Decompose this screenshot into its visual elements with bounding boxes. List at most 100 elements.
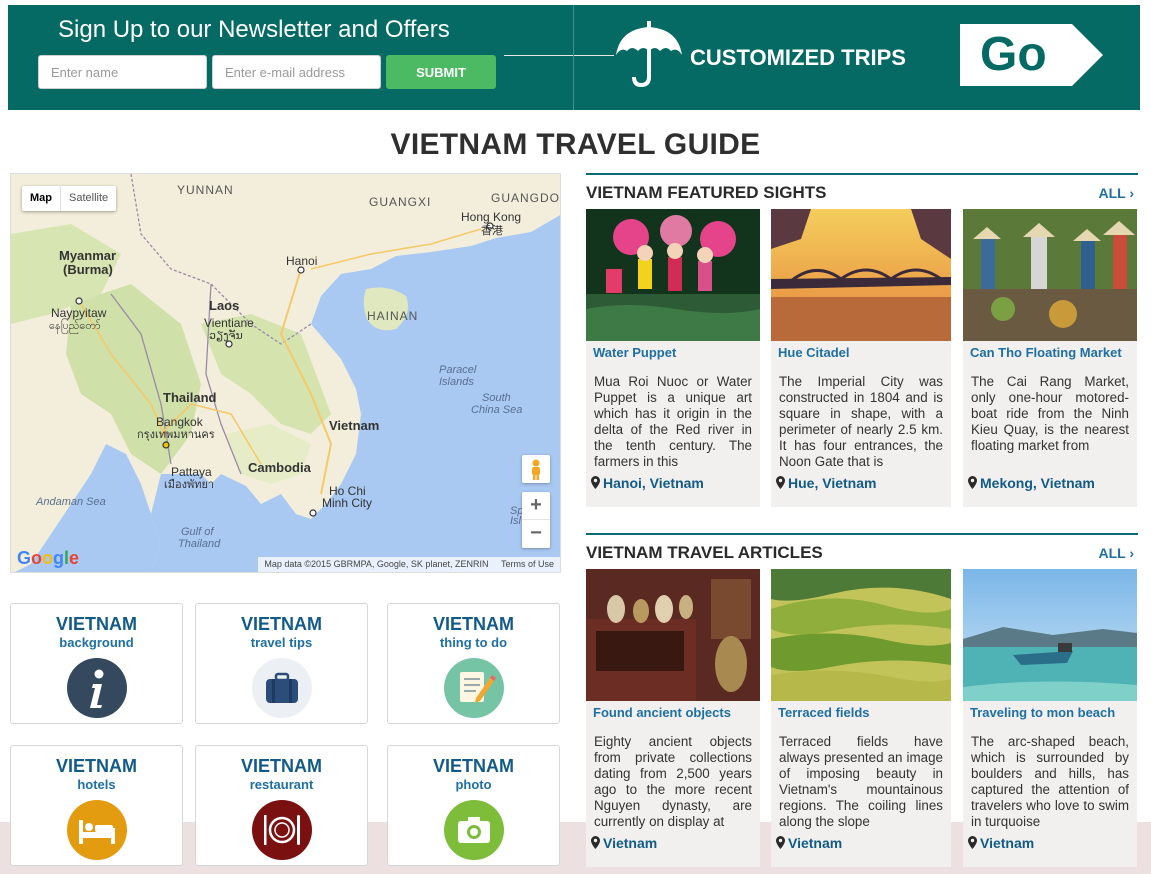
article-card-mon-beach[interactable]: Traveling to mon beach The arc-shaped be… bbox=[963, 569, 1137, 867]
name-input[interactable] bbox=[38, 55, 207, 89]
banner-divider bbox=[573, 5, 574, 110]
card-location: Hue, Vietnam bbox=[771, 471, 951, 491]
suitcase-icon bbox=[252, 658, 312, 718]
location-link[interactable]: Hue, Vietnam bbox=[788, 475, 876, 491]
card-title[interactable]: Hue Citadel bbox=[771, 341, 951, 370]
category-restaurant-tile[interactable]: VIETNAM restaurant bbox=[195, 745, 368, 866]
terms-of-use-link[interactable]: Terms of Use bbox=[501, 559, 554, 569]
chevron-right-icon: › bbox=[1129, 545, 1134, 561]
section-header: VIETNAM FEATURED SIGHTS ALL › bbox=[586, 175, 1138, 211]
map-label-hanoi: Hanoi bbox=[286, 254, 318, 268]
map-label-guangxi: GUANGXI bbox=[369, 195, 432, 209]
location-link[interactable]: Vietnam bbox=[603, 835, 657, 851]
category-title: VIETNAM bbox=[56, 614, 137, 634]
map-label-vientiane-local: ວຽງຈັນ bbox=[209, 330, 243, 342]
go-label: Go bbox=[980, 28, 1047, 81]
map-label-thailand: Thailand bbox=[163, 390, 217, 405]
category-title: VIETNAM bbox=[433, 756, 514, 776]
water-puppet-photo[interactable] bbox=[586, 209, 760, 341]
card-description: Eighty ancient objects from private coll… bbox=[594, 734, 752, 829]
map-label-bangkok-local: กรุงเทพมหานคร bbox=[137, 429, 215, 441]
map-label-pattaya-local: เมืองพัทยา bbox=[164, 479, 215, 491]
sight-card-can-tho[interactable]: Can Tho Floating Market The Cai Rang Mar… bbox=[963, 209, 1137, 507]
map-type-map-button[interactable]: Map bbox=[22, 186, 61, 211]
category-travel-tips-tile[interactable]: VIETNAM travel tips bbox=[195, 603, 368, 724]
zoom-out-button[interactable]: − bbox=[522, 520, 550, 548]
zoom-in-button[interactable]: + bbox=[522, 492, 550, 520]
camera-icon bbox=[444, 800, 504, 860]
article-card-ancient-objects[interactable]: Found ancient objects Eighty ancient obj… bbox=[586, 569, 760, 867]
category-background-tile[interactable]: VIETNAM background bbox=[10, 603, 183, 724]
featured-sights-section: VIETNAM FEATURED SIGHTS ALL › Water Pupp… bbox=[586, 173, 1138, 509]
hue-citadel-photo[interactable] bbox=[771, 209, 951, 341]
map-pin-icon bbox=[968, 836, 977, 849]
banner-connector-line bbox=[504, 55, 614, 56]
sight-card-water-puppet[interactable]: Water Puppet Mua Roi Nuoc or Water Puppe… bbox=[586, 209, 760, 507]
card-location: Vietnam bbox=[586, 831, 760, 851]
map-label-hong-kong: Hong Kong bbox=[461, 210, 522, 224]
category-subtitle: background bbox=[59, 635, 134, 650]
all-label: ALL bbox=[1098, 185, 1126, 201]
google-logo[interactable]: Google bbox=[17, 548, 79, 569]
category-title: VIETNAM bbox=[241, 614, 322, 634]
category-title: VIETNAM bbox=[56, 756, 137, 776]
category-subtitle: photo bbox=[455, 777, 492, 792]
card-title[interactable]: Traveling to mon beach bbox=[963, 701, 1137, 730]
go-button[interactable]: Go bbox=[960, 24, 1105, 86]
location-link[interactable]: Hanoi, Vietnam bbox=[603, 475, 704, 491]
map-type-satellite-button[interactable]: Satellite bbox=[61, 186, 116, 211]
map-label-bangkok: Bangkok bbox=[156, 415, 203, 429]
category-subtitle: hotels bbox=[77, 777, 116, 792]
terraced-fields-photo[interactable] bbox=[771, 569, 951, 701]
map-label-burma: (Burma) bbox=[63, 262, 113, 277]
sight-card-hue-citadel[interactable]: Hue Citadel The Imperial City was constr… bbox=[771, 209, 951, 507]
card-title[interactable]: Can Tho Floating Market bbox=[963, 341, 1137, 370]
vietnam-map[interactable]: YUNNAN GUANGXI GUANGDONG Hong Kong 香港 My… bbox=[10, 173, 561, 573]
ancient-objects-photo[interactable] bbox=[586, 569, 760, 701]
map-pin-icon bbox=[968, 476, 977, 489]
card-description: The Imperial City was constructed in 180… bbox=[779, 374, 943, 469]
category-thing-to-do-tile[interactable]: VIETNAM thing to do bbox=[387, 603, 560, 724]
travel-articles-section: VIETNAM TRAVEL ARTICLES ALL › Found anci… bbox=[586, 533, 1138, 869]
card-description: Mua Roi Nuoc or Water Puppet is a unique… bbox=[594, 374, 752, 469]
newsletter-title: Sign Up to our Newsletter and Offers bbox=[58, 16, 450, 43]
card-description: The Cai Rang Market, only one-hour motor… bbox=[971, 374, 1129, 453]
map-label-laos: Laos bbox=[209, 298, 240, 313]
email-input[interactable] bbox=[212, 55, 381, 89]
can-tho-photo[interactable] bbox=[963, 209, 1137, 341]
featured-sights-all-link[interactable]: ALL › bbox=[1098, 185, 1134, 201]
map-label-pattaya: Pattaya bbox=[171, 465, 212, 479]
map-label-minh-city: Minh City bbox=[322, 496, 373, 510]
location-link[interactable]: Vietnam bbox=[980, 835, 1034, 851]
category-title: VIETNAM bbox=[433, 614, 514, 634]
card-title[interactable]: Found ancient objects bbox=[586, 701, 760, 730]
category-photo-tile[interactable]: VIETNAM photo bbox=[387, 745, 560, 866]
featured-sights-heading: VIETNAM FEATURED SIGHTS bbox=[586, 183, 827, 202]
category-hotels-tile[interactable]: VIETNAM hotels bbox=[10, 745, 183, 866]
article-card-terraced-fields[interactable]: Terraced fields Terraced fields have alw… bbox=[771, 569, 951, 867]
submit-button[interactable]: SUBMIT bbox=[386, 55, 496, 89]
card-location: Mekong, Vietnam bbox=[963, 471, 1137, 491]
map-pin-icon bbox=[776, 836, 785, 849]
chevron-right-icon: › bbox=[1129, 185, 1134, 201]
category-subtitle: thing to do bbox=[439, 635, 508, 650]
map-pin-icon bbox=[591, 836, 600, 849]
location-link[interactable]: Vietnam bbox=[788, 835, 842, 851]
card-description: Terraced fields have always presented an… bbox=[779, 734, 943, 829]
map-label-spratly-2: Isl bbox=[510, 515, 521, 527]
map-label-yunnan: YUNNAN bbox=[177, 183, 234, 197]
map-label-islands: Islands bbox=[439, 376, 474, 388]
mon-beach-photo[interactable] bbox=[963, 569, 1137, 701]
card-title[interactable]: Terraced fields bbox=[771, 701, 951, 730]
location-link[interactable]: Mekong, Vietnam bbox=[980, 475, 1095, 491]
map-attribution: Map data ©2015 GBRMPA, Google, SK planet… bbox=[258, 557, 560, 572]
map-label-hong-kong-local: 香港 bbox=[481, 225, 503, 237]
map-terrain bbox=[11, 174, 560, 572]
card-title[interactable]: Water Puppet bbox=[586, 341, 760, 370]
pegman-icon[interactable] bbox=[522, 455, 550, 483]
map-label-gulf-thailand: Thailand bbox=[178, 538, 221, 550]
travel-articles-all-link[interactable]: ALL › bbox=[1098, 545, 1134, 561]
travel-articles-heading: VIETNAM TRAVEL ARTICLES bbox=[586, 543, 823, 562]
map-label-myanmar: Myanmar bbox=[59, 248, 117, 263]
map-label-china-sea: China Sea bbox=[471, 404, 523, 416]
